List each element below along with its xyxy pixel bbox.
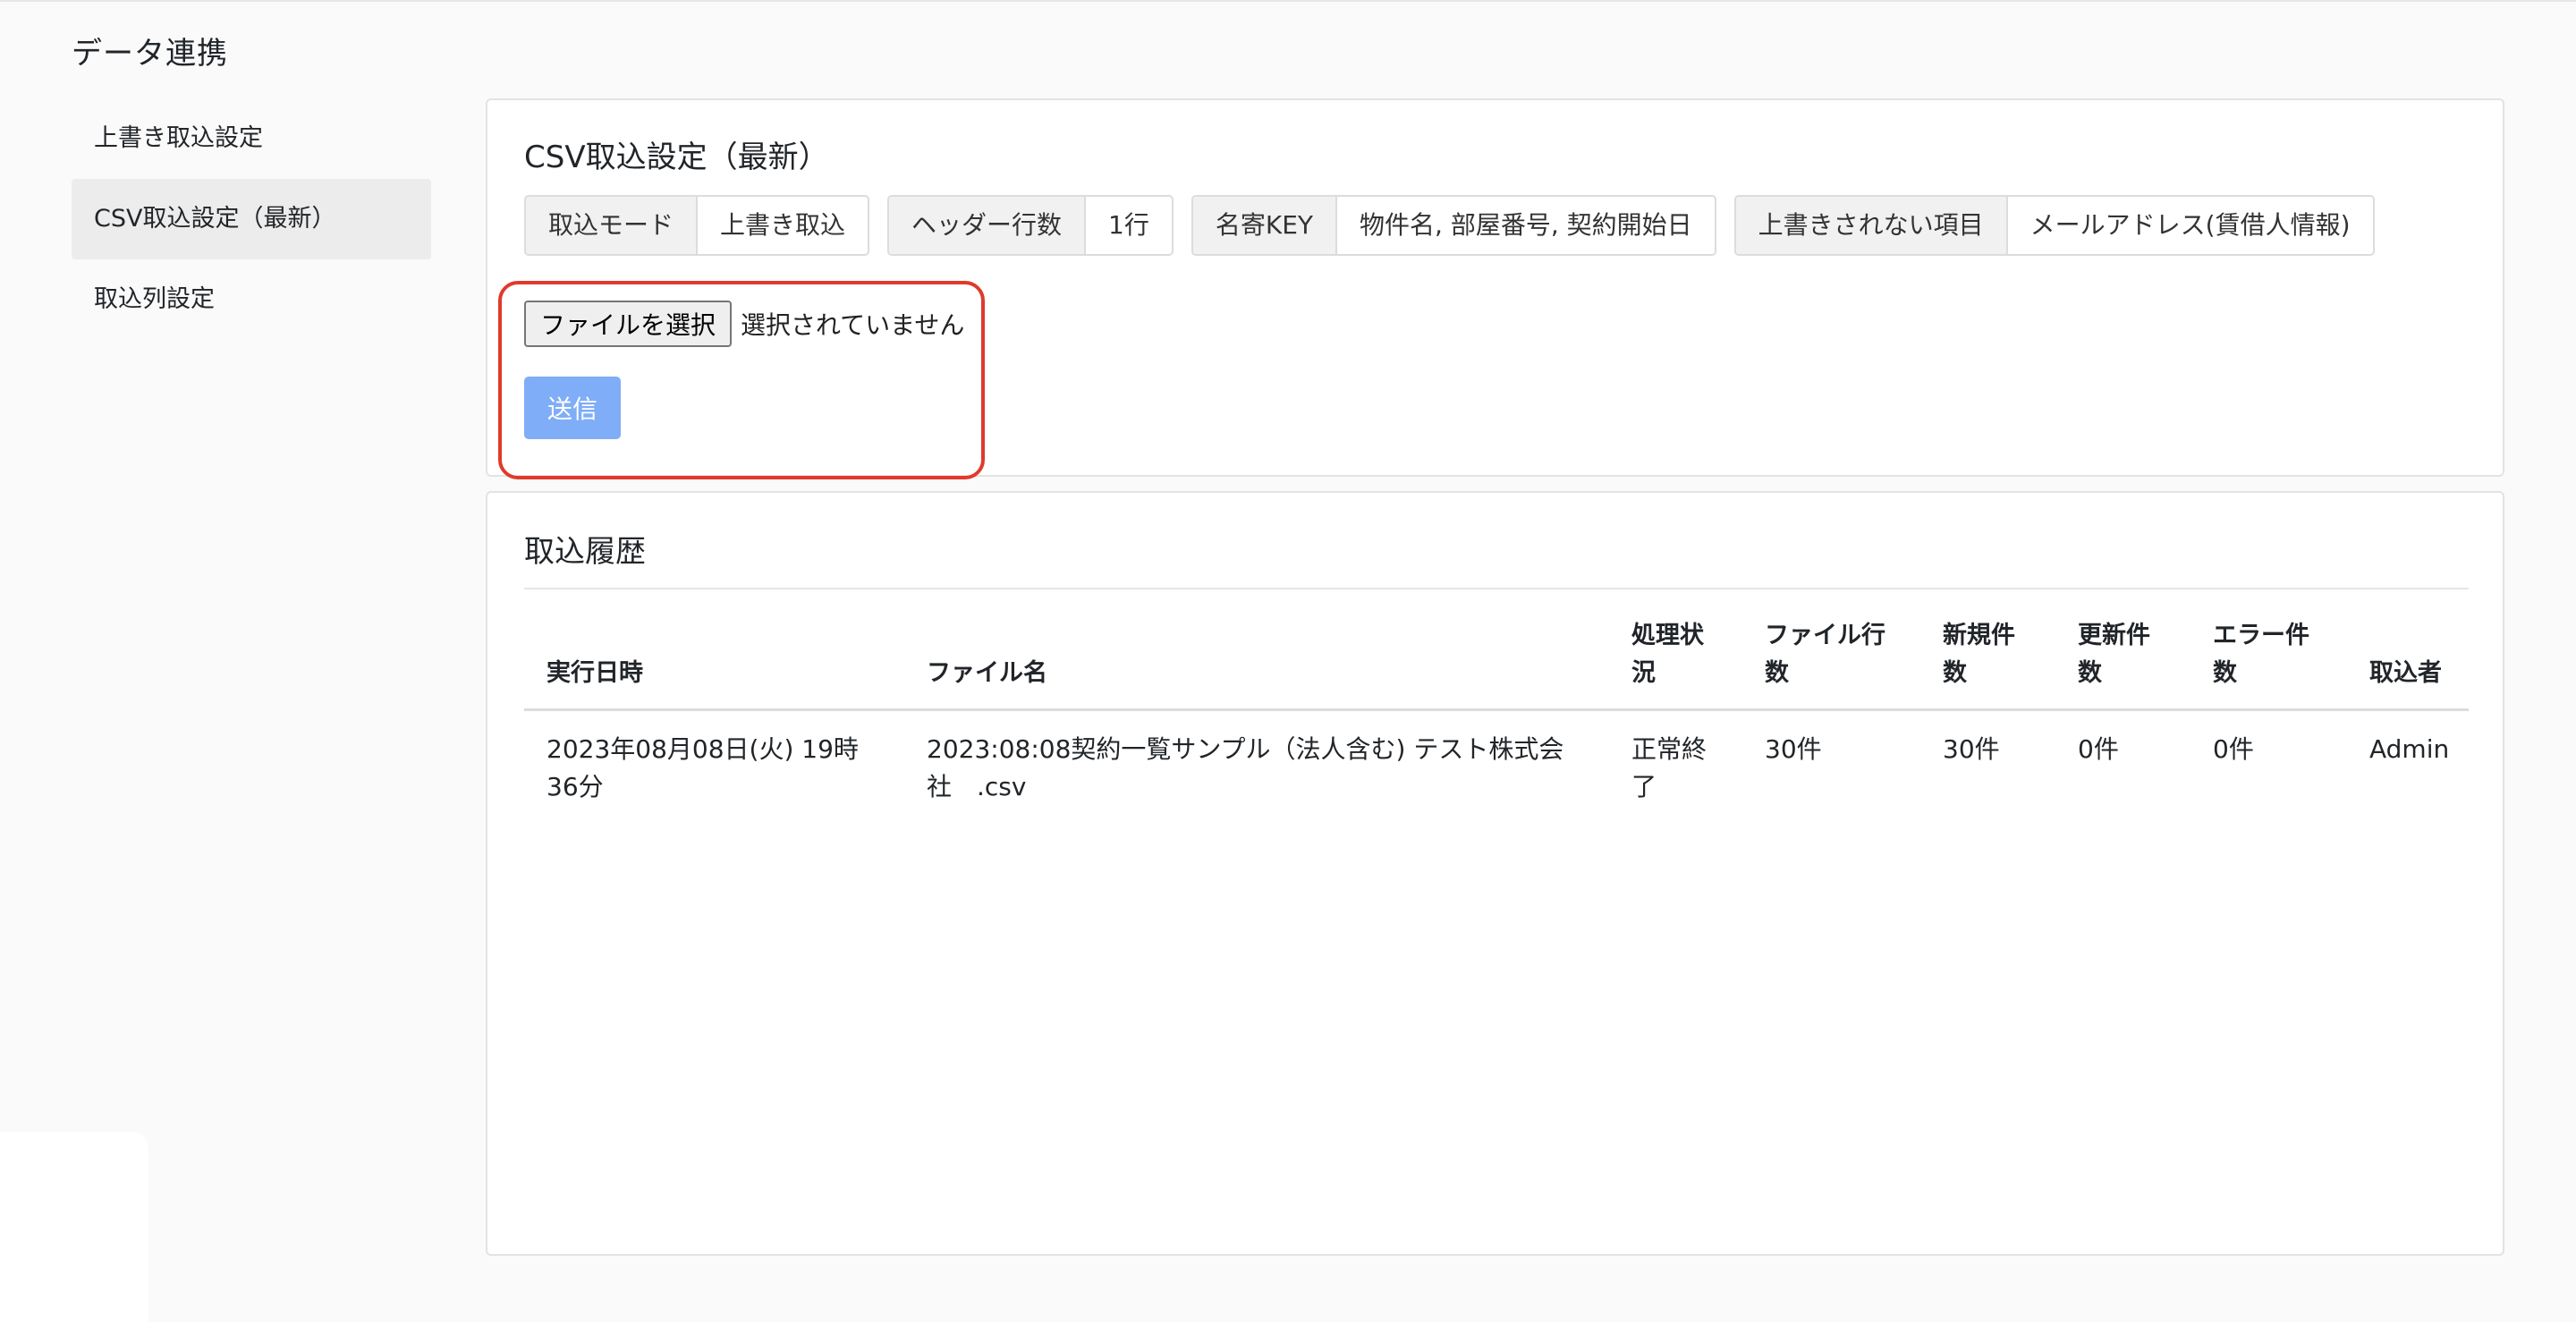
info-label: 上書きされない項目 (1735, 197, 2008, 254)
info-group-header-rows: ヘッダー行数 1行 (887, 195, 1174, 256)
cell-new-count: 30件 (1943, 733, 2000, 764)
info-value: 1行 (1086, 197, 1172, 254)
info-value: 物件名, 部屋番号, 契約開始日 (1337, 197, 1715, 254)
column-header-file-rows: ファイル行数 (1742, 602, 1920, 711)
info-group-import-mode: 取込モード 上書き取込 (524, 195, 870, 256)
info-label: 名寄KEY (1192, 197, 1338, 254)
submit-button[interactable]: 送信 (524, 377, 621, 439)
sidebar-item-csv-import-settings-latest[interactable]: CSV取込設定（最新） (72, 179, 431, 259)
info-label: ヘッダー行数 (889, 197, 1087, 254)
csv-import-settings-card: CSV取込設定（最新） 取込モード 上書き取込 ヘッダー行数 1行 名寄KEY … (486, 98, 2504, 479)
corner-overlay (0, 1132, 148, 1322)
cell-status: 正常終了 (1631, 733, 1707, 801)
table-row: 2023年08月08日(火) 19時36分 2023:08:08契約一覧サンプル… (524, 709, 2469, 826)
info-value: メールアドレス(賃借人情報) (2007, 197, 2373, 254)
cell-file-name: 2023:08:08契約一覧サンプル（法人含む) テスト株式会社 .csv (927, 733, 1564, 801)
column-header-file-name: ファイル名 (904, 602, 1609, 711)
cell-error-count: 0件 (2213, 733, 2254, 764)
cell-updated-count: 0件 (2078, 733, 2119, 764)
sidebar-item-overwrite-import-settings[interactable]: 上書き取込設定 (72, 98, 431, 179)
info-group-non-overwritten-fields: 上書きされない項目 メールアドレス(賃借人情報) (1733, 195, 2375, 256)
settings-info-row: 取込モード 上書き取込 ヘッダー行数 1行 名寄KEY 物件名, 部屋番号, 契… (524, 195, 2375, 256)
file-status-text: 選択されていません (741, 310, 965, 340)
info-label: 取込モード (526, 197, 699, 254)
file-input[interactable]: ファイルを選択 選択されていません (524, 301, 964, 347)
column-header-status: 処理状況 (1609, 602, 1742, 711)
settings-card-title: CSV取込設定（最新） (524, 140, 829, 175)
divider (524, 588, 2469, 589)
column-header-executed-at: 実行日時 (524, 602, 904, 711)
table-header-row: 実行日時 ファイル名 処理状況 ファイル行数 新規件数 更新件数 エラー件数 取… (524, 602, 2469, 711)
import-history-card: 取込履歴 実行日時 ファイル名 処理状況 ファイル行数 新規件数 更新件数 エラ… (486, 491, 2504, 1256)
column-header-error-count: エラー件数 (2190, 602, 2347, 711)
column-header-updated-count: 更新件数 (2055, 602, 2190, 711)
cell-executed-at: 2023年08月08日(火) 19時36分 (547, 733, 859, 801)
info-group-merge-key: 名寄KEY 物件名, 部屋番号, 契約開始日 (1191, 195, 1716, 256)
sidebar-item-import-column-settings[interactable]: 取込列設定 (72, 259, 431, 340)
import-history-table: 実行日時 ファイル名 処理状況 ファイル行数 新規件数 更新件数 エラー件数 取… (524, 602, 2469, 826)
cell-file-rows: 30件 (1765, 733, 1822, 764)
info-value: 上書き取込 (698, 197, 869, 254)
sidebar: 上書き取込設定 CSV取込設定（最新） 取込列設定 (72, 98, 431, 340)
history-card-title: 取込履歴 (524, 534, 646, 570)
column-header-new-count: 新規件数 (1920, 602, 2055, 711)
choose-file-button[interactable]: ファイルを選択 (524, 301, 733, 347)
cell-importer: Admin (2369, 733, 2450, 764)
page-title: データ連携 (72, 36, 228, 72)
column-header-importer: 取込者 (2347, 602, 2469, 711)
